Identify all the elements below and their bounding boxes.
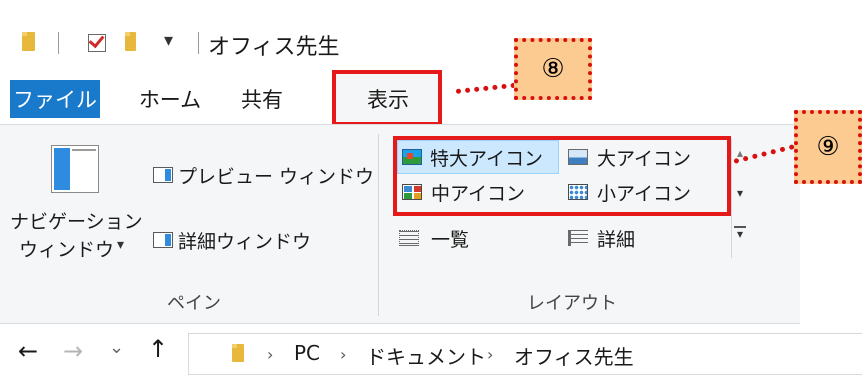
details-view-icon <box>568 230 588 246</box>
callout-8-leader <box>455 82 516 94</box>
details-pane-button[interactable]: 詳細ウィンドウ <box>178 227 311 254</box>
tab-file[interactable]: ファイル <box>10 80 100 118</box>
callout-step-8: ⑧ <box>514 38 592 100</box>
breadcrumb-separator: › <box>487 345 494 364</box>
breadcrumb-pc[interactable]: PC <box>294 341 320 365</box>
toolbar-divider <box>58 32 59 54</box>
folder-icon <box>22 32 35 51</box>
breadcrumb-separator: › <box>340 345 347 364</box>
navigation-pane-icon[interactable] <box>51 145 99 193</box>
layout-group-label: レイアウト <box>527 293 617 314</box>
properties-checkbox-icon[interactable] <box>88 31 106 52</box>
up-button[interactable]: ↑ <box>148 335 168 363</box>
navigation-pane-label-line1[interactable]: ナビゲーション <box>10 207 143 234</box>
navigation-pane-label-line2[interactable]: ウィンドウ <box>19 235 114 262</box>
address-folder-icon <box>232 344 244 362</box>
layout-more-icon[interactable]: ▾ <box>737 227 743 241</box>
navigation-pane-dropdown-icon[interactable]: ▾ <box>117 237 124 253</box>
tab-share[interactable]: 共有 <box>232 80 292 118</box>
title-divider <box>198 32 199 54</box>
preview-pane-button[interactable]: プレビュー ウィンドウ <box>178 162 374 189</box>
tab-home[interactable]: ホーム <box>130 80 210 118</box>
new-folder-icon[interactable] <box>125 32 136 51</box>
callout-step-9: ⑨ <box>794 110 862 184</box>
recent-locations-button[interactable]: ⌄ <box>109 337 124 358</box>
layout-scroll-divider <box>731 138 732 258</box>
list-option[interactable]: 一覧 <box>431 225 469 252</box>
details-option[interactable]: 詳細 <box>597 225 635 252</box>
details-pane-icon <box>153 232 173 248</box>
breadcrumb-separator: › <box>267 345 274 364</box>
forward-button[interactable]: → <box>63 337 83 365</box>
preview-pane-icon <box>153 167 173 183</box>
layout-scroll-down-icon[interactable]: ▾ <box>737 186 743 200</box>
list-view-icon <box>399 230 419 246</box>
breadcrumb-office-sensei[interactable]: オフィス先生 <box>514 341 634 370</box>
pane-group-label: ペイン <box>167 293 221 314</box>
window-title: オフィス先生 <box>208 35 340 60</box>
breadcrumb-documents[interactable]: ドキュメント <box>366 341 486 370</box>
view-tab-highlight-box <box>332 70 442 126</box>
layout-options-highlight-box <box>393 136 731 216</box>
group-divider <box>378 134 379 316</box>
back-button[interactable]: ← <box>18 337 38 365</box>
customize-toolbar-dropdown[interactable]: ▾ <box>164 30 173 51</box>
